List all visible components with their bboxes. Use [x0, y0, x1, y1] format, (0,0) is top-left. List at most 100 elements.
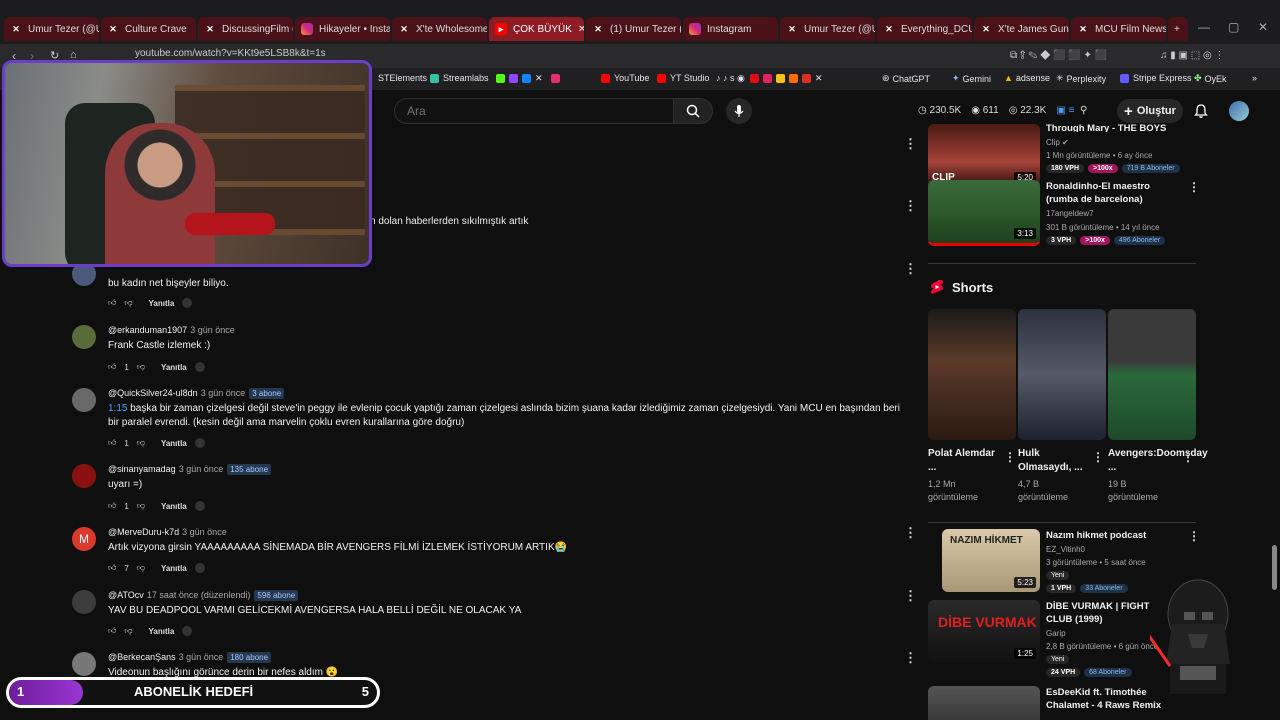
dislike-icon[interactable]: 👎︎ [124, 626, 132, 636]
like-icon[interactable]: 👍︎ [108, 563, 116, 573]
maximize-icon[interactable]: ▢ [1228, 20, 1239, 34]
browser-tab[interactable]: ✕ DiscussingFilm (@ [198, 17, 293, 41]
dislike-icon[interactable]: 👎︎ [137, 563, 145, 573]
minimize-icon[interactable]: — [1198, 20, 1210, 34]
short-title[interactable]: Avengers:Doomsday ... [1108, 447, 1208, 475]
reply-button[interactable]: Yanıtla [161, 502, 187, 511]
comment-author[interactable]: @erkanduman1907 [108, 325, 187, 335]
video-title[interactable]: Ronaldinho-El maestro (rumba de barcelon… [1046, 180, 1176, 206]
short-menu-icon[interactable]: ⋮ [1092, 450, 1104, 464]
comment-menu-icon[interactable]: ⋮ [904, 261, 917, 277]
dislike-icon[interactable]: 👎︎ [137, 362, 145, 372]
new-tab-button[interactable]: + [1168, 17, 1188, 41]
short-thumbnail[interactable] [1108, 309, 1196, 440]
bookmark-yt-studio[interactable]: YT Studio [657, 73, 709, 83]
reply-button[interactable]: Yanıtla [149, 627, 175, 636]
search-button[interactable] [673, 98, 713, 124]
video-channel[interactable]: Clip ✔ [1046, 138, 1069, 147]
reply-button[interactable]: Yanıtla [161, 439, 187, 448]
browser-tab[interactable]: ▸ ÇOK BÜYÜK ✕ [489, 17, 584, 41]
video-channel[interactable]: 17angeldew7 [1046, 209, 1094, 218]
toolbar-icons[interactable]: ♫ ▮ ▣ ⬚ ◎ ⋮ [1160, 50, 1225, 61]
recommended-video[interactable]: 3:13 Ronaldinho-El maestro (rumba de bar… [928, 180, 1200, 246]
bookmark-stelements[interactable]: STElements [378, 73, 427, 83]
bookmark-youtube[interactable]: YouTube [601, 73, 649, 83]
comment-menu-icon[interactable]: ⋮ [904, 525, 917, 541]
comment-menu-icon[interactable]: ⋮ [904, 650, 917, 666]
bookmark-icons[interactable]: ✕ [496, 73, 564, 84]
browser-tab[interactable]: ✕ (1) Umur Tezer (@ [586, 17, 681, 41]
browser-tab[interactable]: ✕ X'te Wholesome [392, 17, 487, 41]
short-title[interactable]: Polat Alemdar ... [928, 447, 998, 475]
video-title[interactable]: Through Mary - THE BOYS Clip [1046, 122, 1176, 132]
video-thumbnail[interactable]: NAZIM HİKMET 5:23 [942, 529, 1040, 592]
browser-tab[interactable]: ✕ Umur Tezer (@Ur [4, 17, 99, 41]
video-thumbnail[interactable]: CLIP 5:20 [928, 124, 1040, 187]
like-icon[interactable]: 👍︎ [108, 298, 116, 308]
comment-time[interactable]: 3 gün önce [179, 652, 224, 662]
voice-search-button[interactable] [726, 98, 752, 124]
comment-menu-icon[interactable]: ⋮ [904, 588, 917, 604]
video-menu-icon[interactable]: ⋮ [1188, 180, 1200, 194]
video-thumbnail[interactable]: DİBE VURMAK 1:25 [928, 600, 1040, 663]
dislike-icon[interactable]: 👎︎ [124, 298, 132, 308]
reply-button[interactable]: Yanıtla [161, 363, 187, 372]
comment-time[interactable]: 3 gün önce [179, 464, 224, 474]
bookmark-streamlabs[interactable]: Streamlabs [430, 73, 489, 83]
dislike-icon[interactable]: 👎︎ [137, 501, 145, 511]
bookmark-adsense[interactable]: ▲ adsense [1004, 73, 1050, 83]
comment-menu-icon[interactable]: ⋮ [904, 198, 917, 214]
video-channel[interactable]: Garip [1046, 629, 1066, 638]
like-icon[interactable]: 👍︎ [108, 626, 116, 636]
comment-menu-icon[interactable]: ⋮ [904, 136, 917, 152]
short-title[interactable]: Hulk Olmasaydı, ... [1018, 447, 1088, 475]
comment-time[interactable]: 3 gün önce [201, 388, 246, 398]
comment-author[interactable]: @sinanyamadag [108, 464, 176, 474]
bookmark-gemini[interactable]: ✦ Gemini [952, 73, 991, 84]
browser-tab[interactable]: ✕ MCU Film News | [1071, 17, 1166, 41]
short-thumbnail[interactable] [928, 309, 1016, 440]
video-channel[interactable]: EZ_Vitinh0 [1046, 545, 1085, 554]
close-tab-icon[interactable]: ✕ [572, 24, 584, 35]
video-thumbnail[interactable]: 3:13 [928, 180, 1040, 246]
create-button[interactable]: + Oluştur [1117, 99, 1183, 123]
notifications-bell-icon[interactable] [1193, 103, 1209, 119]
comment-avatar[interactable] [72, 652, 96, 676]
video-menu-icon[interactable]: ⋮ [1188, 529, 1200, 543]
comment-avatar[interactable] [72, 464, 96, 488]
comment-timestamp-link[interactable]: 1:15 [108, 403, 127, 414]
bookmark-perplexity[interactable]: ✳ Perplexity [1056, 73, 1106, 84]
close-window-icon[interactable]: ✕ [1258, 20, 1268, 34]
like-icon[interactable]: 👍︎ [108, 501, 116, 511]
browser-tab[interactable]: Hikayeler • Instag [295, 17, 390, 41]
dislike-icon[interactable]: 👎︎ [137, 438, 145, 448]
comment-author[interactable]: @QuickSilver24-ul8dn [108, 388, 198, 398]
browser-tab[interactable]: ✕ Culture Crave [101, 17, 196, 41]
comment-time[interactable]: 17 saat önce (düzenlendi) [147, 590, 251, 600]
bookmark-misc[interactable]: ♪ ♪ s ◉ ✕ [716, 73, 822, 84]
browser-tab[interactable]: ✕ X'te James Gunn [974, 17, 1069, 41]
browser-tab[interactable]: ✕ Everything_DCU [877, 17, 972, 41]
bookmark-stripe[interactable]: Stripe Express [1120, 73, 1192, 83]
bookmark-chatgpt[interactable]: ⊛ ChatGPT [882, 73, 930, 84]
extension-icons[interactable]: ▣ ≡ ⚲ [1056, 105, 1087, 116]
extensions-icons[interactable]: ⧉ ⇪ ✎ ◆ ⬛ ⬛ ✦ ⬛ [1010, 50, 1107, 61]
browser-tab[interactable]: ✕ Umur Tezer (@Ur [780, 17, 875, 41]
reply-button[interactable]: Yanıtla [161, 564, 187, 573]
url-text[interactable]: youtube.com/watch?v=KKt9e5LSB8k&t=1s [135, 48, 326, 59]
comment-avatar[interactable] [72, 590, 96, 614]
comment-avatar[interactable] [72, 388, 96, 412]
like-icon[interactable]: 👍︎ [108, 362, 116, 372]
video-thumbnail[interactable] [928, 686, 1040, 720]
bookmark-oyek[interactable]: ✤ OyEk [1194, 73, 1227, 84]
comment-avatar[interactable]: M [72, 527, 96, 551]
video-title[interactable]: Nazım hikmet podcast [1046, 529, 1176, 542]
comment-avatar[interactable] [72, 325, 96, 349]
account-avatar[interactable] [1229, 101, 1249, 121]
short-thumbnail[interactable] [1018, 309, 1106, 440]
bookmarks-overflow-icon[interactable]: » [1252, 73, 1257, 83]
comment-author[interactable]: @BerkecanŞans [108, 652, 176, 662]
comment-time[interactable]: 3 gün önce [182, 527, 227, 537]
short-menu-icon[interactable]: ⋮ [1004, 450, 1016, 464]
short-menu-icon[interactable]: ⋮ [1182, 450, 1194, 464]
